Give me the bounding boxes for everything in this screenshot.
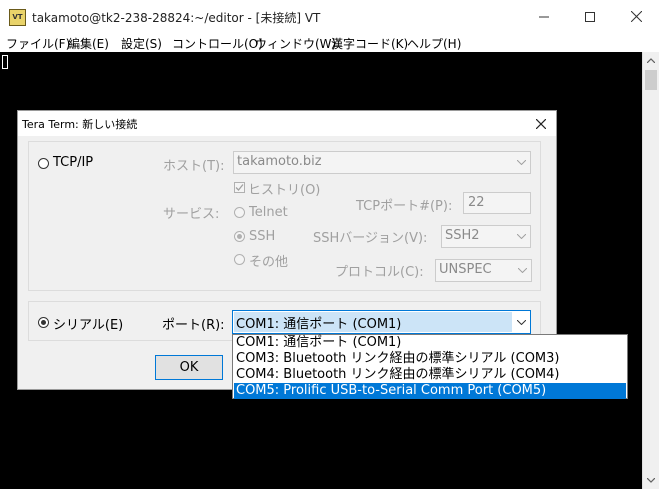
terminal-cursor bbox=[2, 55, 8, 69]
window-title: takamoto@tk2-238-28824:~/editor - [未接続] … bbox=[32, 11, 321, 25]
scroll-up-icon bbox=[647, 58, 655, 63]
port-option-com5[interactable]: COM5: Prolific USB-to-Serial Comm Port (… bbox=[234, 383, 626, 399]
close-icon bbox=[630, 11, 642, 22]
chevron-down-icon bbox=[517, 160, 526, 165]
port-option-com1[interactable]: COM1: 通信ポート (COM1) bbox=[234, 335, 626, 351]
port-option-com3[interactable]: COM3: Bluetooth リンク経由の標準シリアル (COM3) bbox=[234, 351, 626, 367]
port-option-com4[interactable]: COM4: Bluetooth リンク経由の標準シリアル (COM4) bbox=[234, 367, 626, 383]
window-titlebar: VT takamoto@tk2-238-28824:~/editor - [未接… bbox=[0, 0, 659, 33]
ssh-version-dropdown-arrow bbox=[513, 226, 530, 247]
chevron-down-icon bbox=[518, 268, 527, 273]
serial-radio[interactable] bbox=[38, 317, 49, 328]
tcp-port-label: TCPポート#(P): bbox=[356, 199, 453, 214]
scroll-up-button[interactable] bbox=[643, 52, 659, 69]
ssh-version-label: SSHバージョン(V): bbox=[313, 231, 428, 246]
protocol-value: UNSPEC bbox=[439, 262, 492, 277]
port-dropdown-list: COM1: 通信ポート (COM1) COM3: Bluetooth リンク経由… bbox=[232, 334, 628, 399]
protocol-dropdown-arrow bbox=[514, 260, 531, 281]
host-value: takamoto.biz bbox=[237, 154, 322, 169]
chevron-down-icon bbox=[517, 319, 526, 325]
menu-window[interactable]: ウィンドウ(W) bbox=[255, 35, 336, 52]
ok-button[interactable]: OK bbox=[155, 355, 223, 380]
menu-file[interactable]: ファイル(F) bbox=[6, 35, 70, 52]
protocol-select[interactable]: UNSPEC bbox=[435, 259, 532, 282]
ssh-version-value: SSH2 bbox=[445, 228, 480, 243]
tcpip-label: TCP/IP bbox=[53, 155, 94, 170]
close-button[interactable] bbox=[613, 0, 659, 33]
port-combobox[interactable]: COM1: 通信ポート (COM1) bbox=[232, 310, 531, 334]
host-combobox[interactable]: takamoto.biz bbox=[233, 151, 531, 174]
menu-control[interactable]: コントロール(O) bbox=[172, 35, 263, 52]
ssh-label: SSH bbox=[249, 229, 276, 244]
other-radio[interactable] bbox=[234, 254, 245, 265]
telnet-radio[interactable] bbox=[234, 207, 245, 218]
scroll-down-icon bbox=[647, 478, 655, 483]
ssh-version-select[interactable]: SSH2 bbox=[441, 225, 531, 248]
service-label: サービス: bbox=[163, 207, 220, 222]
menu-edit[interactable]: 編集(E) bbox=[68, 35, 109, 52]
host-label: ホスト(T): bbox=[163, 159, 225, 174]
dialog-title: Tera Term: 新しい接続 bbox=[22, 118, 138, 131]
menu-help[interactable]: ヘルプ(H) bbox=[407, 35, 461, 52]
serial-label: シリアル(E) bbox=[53, 318, 124, 333]
maximize-button[interactable] bbox=[567, 0, 613, 33]
minimize-button[interactable] bbox=[521, 0, 567, 33]
other-label: その他 bbox=[249, 255, 289, 270]
port-dropdown-arrow bbox=[513, 311, 530, 333]
scrollbar-thumb[interactable] bbox=[645, 70, 657, 90]
port-label: ポート(R): bbox=[162, 318, 225, 333]
telnet-label: Telnet bbox=[249, 205, 288, 220]
vertical-scrollbar[interactable] bbox=[642, 52, 659, 489]
menu-kanjicode[interactable]: 漢字コード(K) bbox=[331, 35, 408, 52]
maximize-icon bbox=[585, 11, 595, 22]
ok-label: OK bbox=[179, 360, 199, 375]
dialog-titlebar: Tera Term: 新しい接続 bbox=[18, 111, 556, 136]
tcpip-radio[interactable] bbox=[38, 158, 49, 169]
teraterm-app-icon: VT bbox=[9, 9, 26, 26]
menu-bar: ファイル(F) 編集(E) 設定(S) コントロール(O) ウィンドウ(W) 漢… bbox=[0, 33, 659, 52]
tcp-port-input[interactable]: 22 bbox=[463, 192, 531, 214]
checkmark-icon bbox=[235, 184, 244, 191]
history-label: ヒストリ(O) bbox=[248, 183, 321, 198]
chevron-down-icon bbox=[517, 234, 526, 239]
history-checkbox[interactable] bbox=[234, 182, 245, 193]
minimize-icon bbox=[539, 16, 549, 17]
scroll-down-button[interactable] bbox=[643, 472, 659, 489]
dialog-close-button[interactable] bbox=[526, 111, 556, 136]
ssh-radio[interactable] bbox=[234, 231, 245, 242]
menu-setup[interactable]: 設定(S) bbox=[121, 35, 162, 52]
host-dropdown-arrow bbox=[513, 152, 530, 173]
protocol-label: プロトコル(C): bbox=[335, 265, 424, 280]
close-icon bbox=[536, 118, 546, 129]
port-value: COM1: 通信ポート (COM1) bbox=[236, 317, 402, 332]
tcp-port-value: 22 bbox=[468, 195, 485, 210]
